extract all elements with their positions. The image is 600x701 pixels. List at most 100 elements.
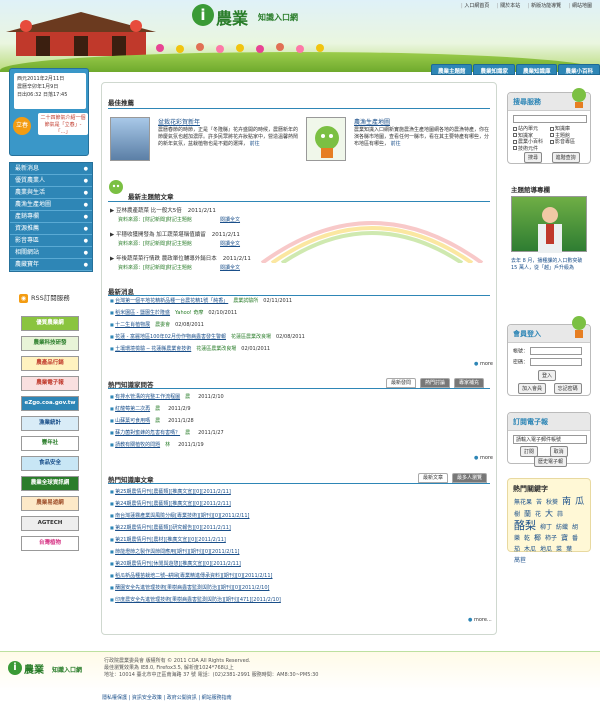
qa-title[interactable]: 紅龍莓第二次再 xyxy=(115,406,150,412)
lib-title[interactable]: 蘭園安全先進管理技術[果樹病蟲害監測與防治][期刊][0][2011/2/10] xyxy=(115,585,269,591)
search-button[interactable]: 搜尋 xyxy=(524,152,543,163)
qa-row[interactable]: 有排水管溝的完整工作流程圖農 2011/2/10 xyxy=(110,393,224,400)
news-title[interactable]: 台灣第一個平地花精新品種一台農花精1號「純香」 xyxy=(115,298,228,304)
keyword-link[interactable]: 萵苣 xyxy=(514,556,526,565)
topic-title[interactable]: 豆林農產蔬菜 比一般大5倍 xyxy=(116,208,182,214)
advanced-search-button[interactable]: 進階查詢 xyxy=(551,152,580,163)
banner-link[interactable]: 台灣植物 xyxy=(21,536,79,551)
recommend-item2-more[interactable]: 前往 xyxy=(391,141,401,147)
news-title[interactable]: 十二生肖植物展 xyxy=(115,322,150,328)
banner-link[interactable]: 農業電子報 xyxy=(21,376,79,391)
lib-title[interactable]: 印度農安全先進管理技術[果樹病蟲害監測與防治][期刊][471][2011/2/… xyxy=(115,597,281,603)
password-input[interactable] xyxy=(529,358,582,366)
menu-item-market[interactable]: 產銷專欄 xyxy=(10,211,92,223)
banner-link[interactable]: 優質農業網 xyxy=(21,316,79,331)
lib-title[interactable]: 第24期農情月刊[農藝類][推廣文宣][0][2011/2/11] xyxy=(115,501,231,507)
top-link-sitemap[interactable]: 網站地圖 xyxy=(569,3,592,9)
keyword-link[interactable]: 木瓜 xyxy=(524,545,536,554)
news-row[interactable]: 十二生肖植物展農委會 02/08/2011 xyxy=(110,321,204,328)
lib-title[interactable]: 第22期農情月刊[農藝類][研究報告][0][2011/2/11] xyxy=(115,525,231,531)
keyword-link[interactable]: 南 xyxy=(562,498,571,507)
email-input[interactable]: 請輸入電子郵件帳號 xyxy=(513,435,587,444)
topic-source[interactable]: 資料來源：[財記新聞]財記主題館 xyxy=(118,216,192,223)
news-title[interactable]: 稻米園區 - 鹽園生於隆盛 xyxy=(115,310,170,316)
keyword-link[interactable]: 菜 xyxy=(556,545,562,554)
lib-row[interactable]: 第24期農情月刊[農藝類][推廣文宣][0][2011/2/11] xyxy=(110,500,231,507)
menu-item-map[interactable]: 農漁生產地圖 xyxy=(10,199,92,211)
qa-more-link[interactable]: more xyxy=(474,455,493,461)
qa-row[interactable]: 蘇力菌對蜜蜂的危害有害嗎？ 農 2011/1/27 xyxy=(110,429,224,436)
forgot-password-button[interactable]: 忘記密碼 xyxy=(553,383,582,394)
account-input[interactable] xyxy=(529,347,582,355)
recommend-item1-title[interactable]: 盆栽花彩賀新年 xyxy=(158,117,200,126)
topic-row[interactable]: ▶ 年後蔬菜菜行情跌 農政單位輔導外銷日本 2011/2/11 xyxy=(110,254,251,262)
tab-theme-hall[interactable]: 農業主題館 xyxy=(430,64,473,75)
checkbox-icon[interactable] xyxy=(550,139,554,144)
lib-row[interactable]: 第21期農情月刊[農材][推廣文宣][0][2011/2/11] xyxy=(110,536,226,543)
solar-term-link[interactable]: 二十四節氣介紹一個節氣是「立春」-「…」 xyxy=(38,113,88,135)
lib-row[interactable]: 節能燈節之製作與節間應用[期刊][期刊][0][2011/2/11] xyxy=(110,548,239,555)
keyword-link[interactable]: 花 xyxy=(535,510,541,519)
topic-row[interactable]: ▶ 豆林農產蔬菜 比一般大5倍 2011/2/11 xyxy=(110,206,216,214)
tab-qa-latest[interactable]: 最新發問 xyxy=(386,378,417,388)
keyword-link[interactable]: 茄 xyxy=(514,545,520,554)
menu-item-news[interactable]: 最新消息 xyxy=(10,163,92,175)
checkbox-icon[interactable] xyxy=(513,146,517,150)
banner-link[interactable]: 豐年社 xyxy=(21,436,79,451)
lib-row[interactable]: 第25期農情月刊[農藝類][推廣文宣][0][2011/2/11] xyxy=(110,488,231,495)
keyword-link[interactable]: 葉 xyxy=(566,545,572,554)
footer-link-security[interactable]: 資訊安全政策 xyxy=(132,695,162,701)
topic-title[interactable]: 平穩收獲開發為 加工蔬菜堪稱值續留 xyxy=(116,232,206,238)
join-button[interactable]: 加入會員 xyxy=(518,383,547,394)
news-row[interactable]: 土壤環境檢驗 ─ 花蓮縣農業會技術花蓮區農業改良場 02/01/2011 xyxy=(110,345,270,352)
recommend-item2-title[interactable]: 農漁生產地圖 xyxy=(354,117,390,126)
lib-title[interactable]: 稻瓜新品種苗栽培二號─耕婦[專業精進傳承資料][期刊][0][2011/2/11… xyxy=(115,573,272,579)
footer-link-open-info[interactable]: 政府公開資訊 xyxy=(167,695,197,701)
qa-title[interactable]: 有排水管溝的完整工作流程圖 xyxy=(115,394,180,400)
tab-qa-expert[interactable]: 專家補充 xyxy=(454,378,485,388)
tab-qa-hot[interactable]: 熱門討論 xyxy=(420,378,451,388)
keyword-link[interactable]: 蒜 xyxy=(557,510,563,519)
top-link-about[interactable]: 關於本站 xyxy=(497,3,520,9)
qa-row[interactable]: 山蘇葉可食用嗎農 2011/1/28 xyxy=(110,417,194,424)
keyword-link[interactable]: 紡織 xyxy=(556,523,568,532)
lib-title[interactable]: 第20期農情月刊[休閒與遊憩][推廣文宣][0][2011/2/11] xyxy=(115,561,241,567)
topic-row[interactable]: ▶ 平穩收獲開發為 加工蔬菜堪稱值續留 2011/2/11 xyxy=(110,230,240,238)
menu-item-life[interactable]: 農業與生活 xyxy=(10,187,92,199)
mascot-image[interactable] xyxy=(306,117,346,161)
qa-row[interactable]: 紅龍莓第二次再農 2011/2/9 xyxy=(110,405,191,412)
keyword-link[interactable]: 柳丁 xyxy=(540,523,552,532)
tab-lib-popular[interactable]: 最多人瀏覽 xyxy=(452,473,488,483)
topic-source[interactable]: 資料來源：[財記新聞]財記主題館 xyxy=(118,240,192,247)
rss-link[interactable]: ◉ RSS訂閱服務 xyxy=(19,292,70,303)
keyword-link[interactable]: 蘭 xyxy=(524,510,531,519)
tab-knowledge-qa[interactable]: 農業知識家 xyxy=(473,64,515,75)
top-link-guide[interactable]: 新版功能導覽 xyxy=(528,3,561,9)
read-more-link[interactable]: 閱讀全文 xyxy=(220,264,240,271)
lib-row[interactable]: 蘭園安全先進管理技術[果樹病蟲害監測與防治][期刊][0][2011/2/10] xyxy=(110,584,269,591)
tab-encyclopedia[interactable]: 農業小百科 xyxy=(558,64,600,75)
qa-title[interactable]: 蘇力菌對蜜蜂的危害有害嗎？ xyxy=(115,430,180,436)
news-title[interactable]: 土壤環境檢驗 ─ 花蓮縣農業會技術 xyxy=(115,346,191,352)
checkbox-icon[interactable] xyxy=(513,133,517,137)
banner-link[interactable]: 食品安全 xyxy=(21,456,79,471)
lib-row[interactable]: 稻瓜新品種苗栽培二號─耕婦[專業精進傳承資料][期刊][0][2011/2/11… xyxy=(110,572,272,579)
qa-title[interactable]: 請教有關植牧的問題 xyxy=(115,442,160,448)
login-button[interactable]: 登入 xyxy=(538,370,557,381)
tab-knowledge-lib[interactable]: 農業知識庫 xyxy=(515,64,558,75)
checkbox-icon[interactable] xyxy=(550,133,554,137)
lib-row[interactable]: 南台灣蓮霧產業與風險分級[專業技術][期刊][0][2011/2/11] xyxy=(110,512,249,519)
menu-item-video[interactable]: 影音專區 xyxy=(10,235,92,247)
menu-item-archive[interactable]: 農藏寶年 xyxy=(10,259,92,271)
site-logo-subtitle[interactable]: 知識入口網 xyxy=(258,12,298,23)
banner-link[interactable]: 漁業統計 xyxy=(21,416,79,431)
footer-link-privacy[interactable]: 隱私權保護 xyxy=(102,695,127,701)
keyword-link[interactable]: 秋葵 xyxy=(546,498,558,507)
news-row[interactable]: 花蓮 - 富麗地區100年02月份作物病蟲害發生警報花蓮區農業改良場 02/08/… xyxy=(110,333,305,340)
search-option[interactable]: 影音專區 xyxy=(550,139,587,146)
news-row[interactable]: 稻米園區 - 鹽園生於隆盛 Yahoo! 奇摩 02/10/2011 xyxy=(110,309,237,316)
bonsai-image[interactable] xyxy=(110,117,150,161)
tab-lib-latest[interactable]: 最新文章 xyxy=(418,473,449,483)
keyword-link[interactable]: 樹 xyxy=(514,510,520,519)
menu-item-links[interactable]: 相關網站 xyxy=(10,247,92,259)
